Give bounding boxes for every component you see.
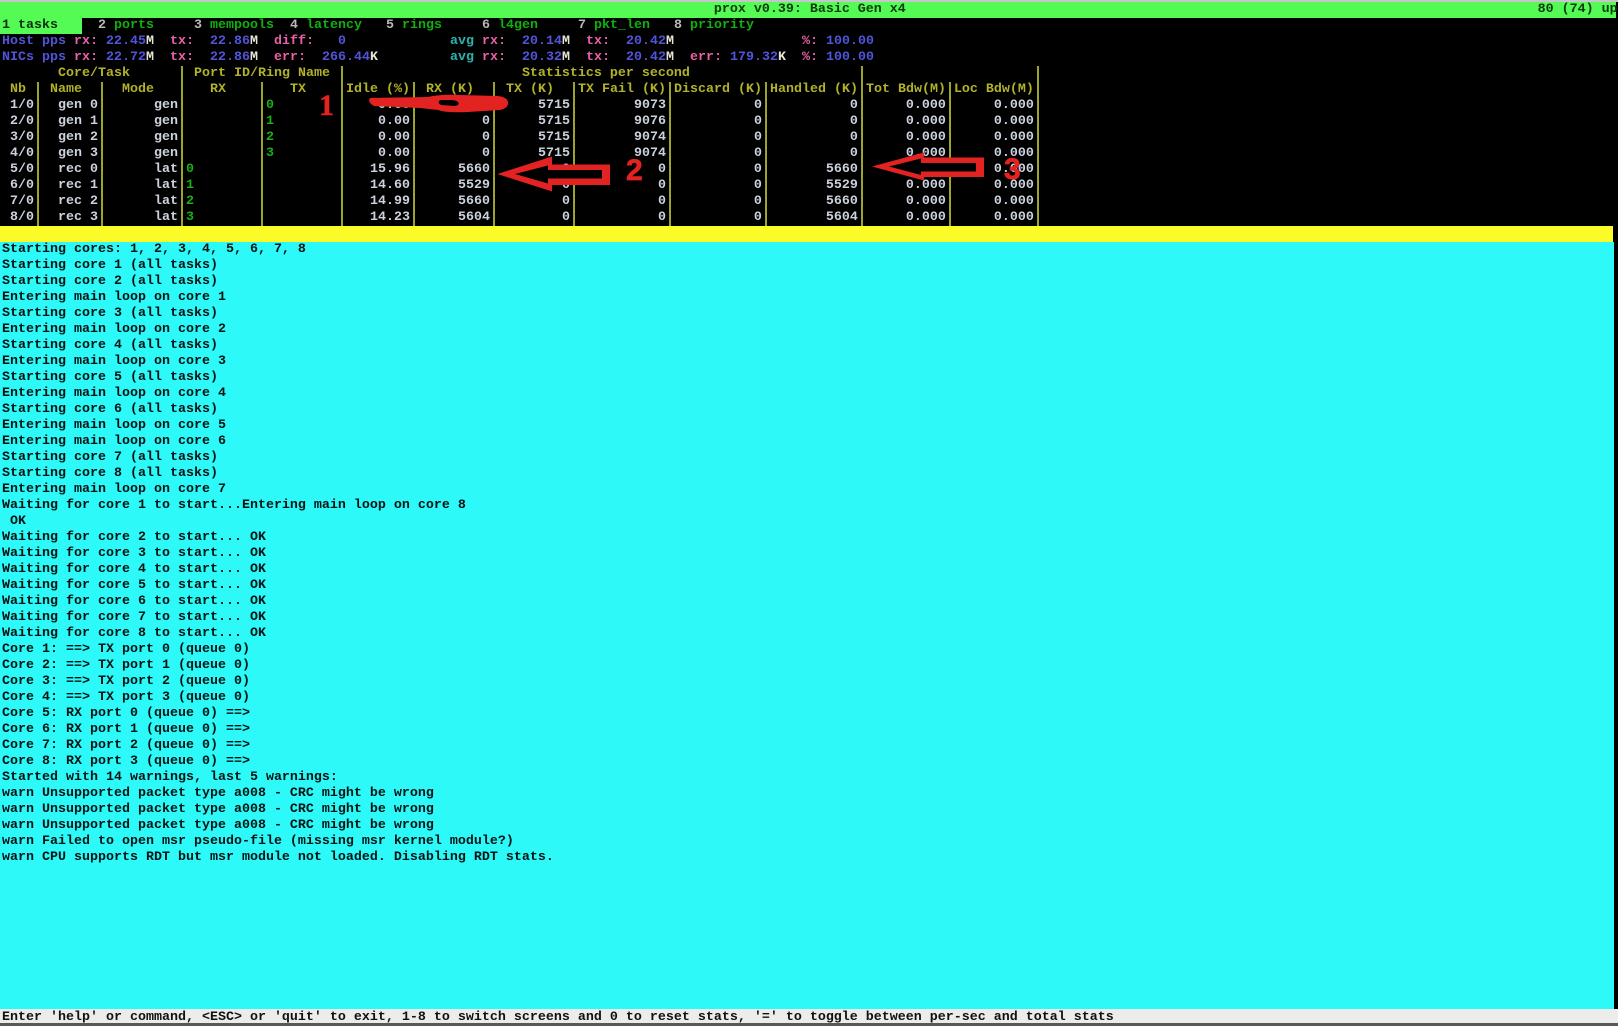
svg-text:3: 3 xyxy=(1004,153,1021,186)
svg-text:1: 1 xyxy=(319,89,334,122)
svg-text:2: 2 xyxy=(626,154,643,187)
